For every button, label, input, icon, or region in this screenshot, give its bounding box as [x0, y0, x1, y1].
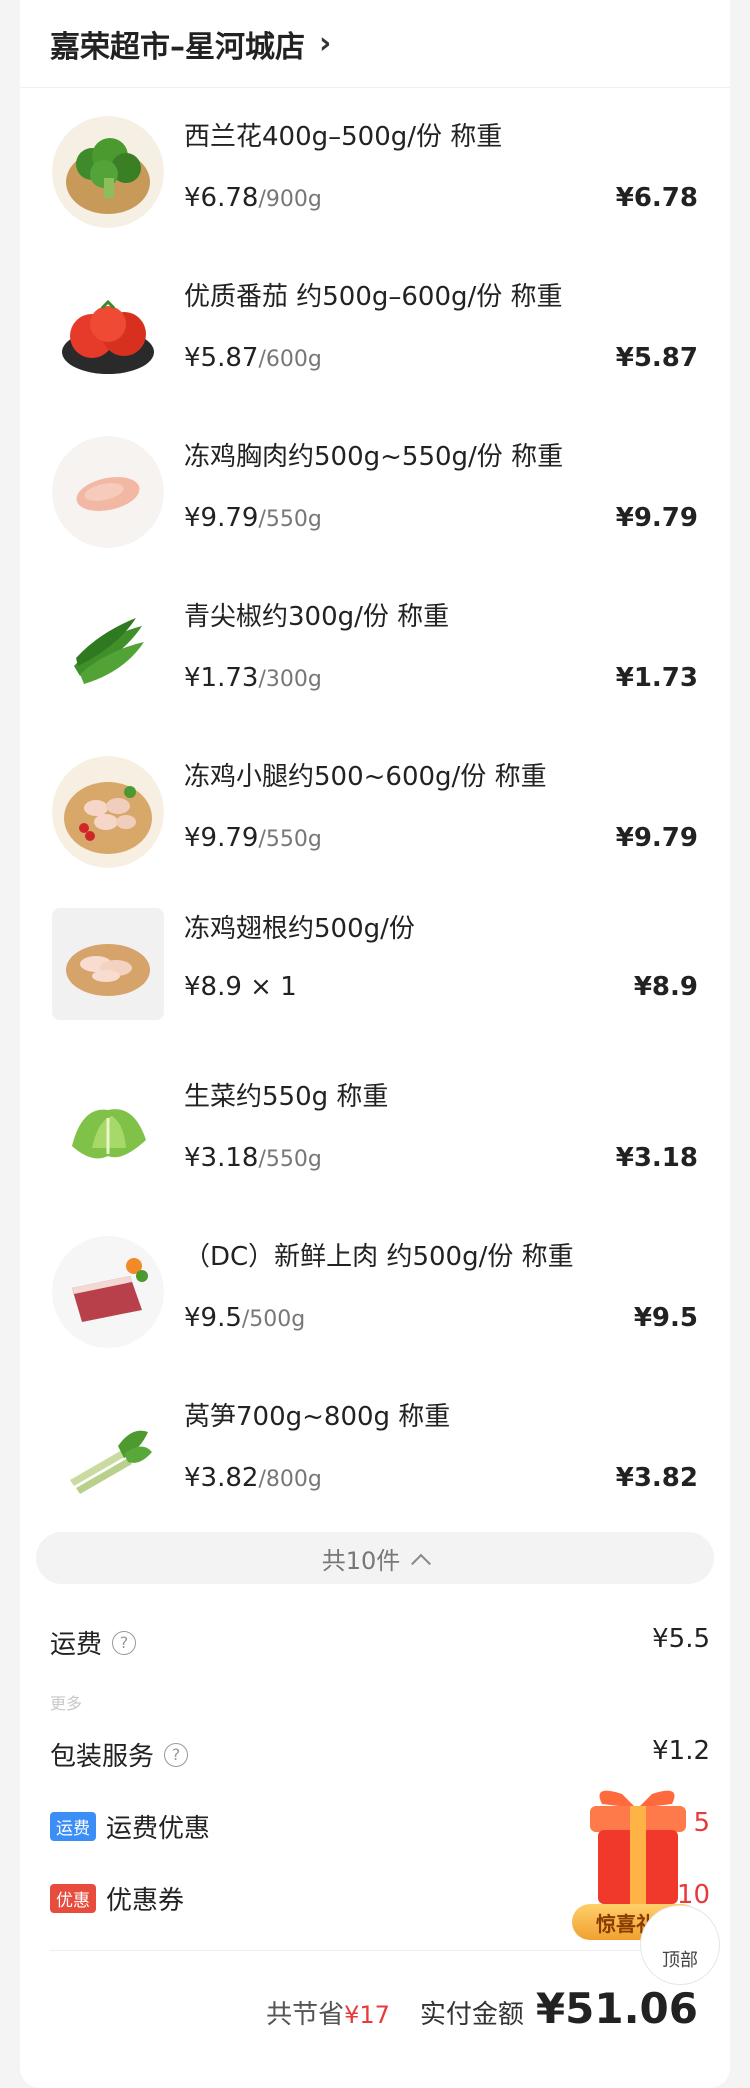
item-list: 西兰花400g–500g/份 称重 ¥6.78/900g ¥6.78 优质番茄 … [20, 88, 730, 1528]
unit-weight: /800g [258, 1467, 322, 1492]
unit-price: ¥5.87 [184, 343, 259, 373]
chicken-drumstick-icon [52, 756, 164, 868]
list-item[interactable]: 生菜约550g 称重 ¥3.18/550g ¥3.18 [20, 1048, 730, 1208]
item-price: ¥9.79/550g [184, 503, 322, 533]
unit-price: ¥1.73 [184, 663, 259, 693]
more-link[interactable]: 更多 [50, 1690, 82, 1714]
unit-price: ¥6.78 [184, 183, 259, 213]
pork-icon [52, 1236, 164, 1348]
unit-price: ¥9.79 [184, 503, 259, 533]
coupon-label-wrap: 优惠 优惠券 [50, 1880, 184, 1917]
lettuce-stem-icon [52, 1396, 164, 1508]
unit-price: ¥3.82 [184, 1463, 259, 1493]
list-item[interactable]: 冻鸡小腿约500~600g/份 称重 ¥9.79/550g ¥9.79 [20, 728, 730, 888]
unit-price: ¥8.9 × 1 [184, 972, 297, 1002]
chicken-wing-icon [52, 908, 164, 1020]
unit-price: ¥3.18 [184, 1143, 259, 1173]
store-name[interactable]: 嘉荣超市–星河城店 [50, 22, 305, 66]
help-icon[interactable]: ? [164, 1742, 189, 1767]
item-name: 优质番茄 约500g–600g/份 称重 [184, 282, 563, 312]
unit-weight: /300g [258, 667, 322, 692]
save-value: ¥17 [344, 2001, 390, 2029]
list-item[interactable]: 优质番茄 约500g–600g/份 称重 ¥5.87/600g ¥5.87 [20, 248, 730, 408]
item-price: ¥6.78/900g [184, 183, 322, 213]
shipping-fee-value: ¥5.5 [652, 1624, 710, 1654]
unit-weight: /600g [258, 347, 322, 372]
green-pepper-icon [52, 596, 164, 708]
item-price: ¥9.79/550g [184, 823, 322, 853]
shipping-fee-label: 运费 [50, 1630, 103, 1660]
list-item[interactable]: 冻鸡胸肉约500g~550g/份 称重 ¥9.79/550g ¥9.79 [20, 408, 730, 568]
pay-value: ¥51.06 [535, 1984, 698, 2033]
item-total: ¥9.79 [615, 503, 698, 533]
item-total: ¥3.18 [615, 1143, 698, 1173]
shipping-discount-tag: 运费 [50, 1812, 96, 1841]
item-count-toggle[interactable]: 共10件 [36, 1532, 714, 1584]
unit-weight: /550g [258, 507, 322, 532]
coupon-label: 优惠券 [106, 1886, 185, 1916]
item-price: ¥8.9 × 1 [184, 972, 297, 1002]
divider [50, 1950, 710, 1951]
order-card: 嘉荣超市–星河城店 › 西兰花400g–500g/份 称重 ¥6.78/900g… [20, 0, 730, 2088]
list-item[interactable]: 莴笋700g~800g 称重 ¥3.82/800g ¥3.82 [20, 1368, 730, 1528]
packing-fee-label: 包装服务 [50, 1742, 155, 1772]
unit-weight: /900g [258, 187, 322, 212]
pay-label: 实付金额 [419, 2000, 524, 2030]
list-item[interactable]: （DC）新鲜上肉 约500g/份 称重 ¥9.5/500g ¥9.5 [20, 1208, 730, 1368]
chevron-right-icon[interactable]: › [319, 26, 331, 61]
item-name: 冻鸡小腿约500~600g/份 称重 [184, 762, 547, 792]
back-to-top-label: 顶部 [662, 1950, 698, 1971]
save-label: 共节省 [266, 2000, 345, 2030]
back-to-top-button[interactable]: 顶部 [640, 1905, 720, 1985]
broccoli-icon [52, 116, 164, 228]
item-name: 青尖椒约300g/份 称重 [184, 602, 450, 632]
store-header[interactable]: 嘉荣超市–星河城店 › [20, 0, 730, 88]
item-price: ¥9.5/500g [184, 1303, 305, 1333]
item-count-label: 共10件 [321, 1546, 401, 1575]
shipping-fee-label-wrap: 运费 ? [50, 1624, 137, 1661]
item-total: ¥3.82 [615, 1463, 698, 1493]
list-item[interactable]: 冻鸡翅根约500g/份 ¥8.9 × 1 ¥8.9 [20, 888, 730, 1048]
list-item[interactable]: 西兰花400g–500g/份 称重 ¥6.78/900g ¥6.78 [20, 88, 730, 248]
packing-fee-label-wrap: 包装服务 ? [50, 1736, 189, 1773]
shipping-discount-label-wrap: 运费 运费优惠 [50, 1808, 210, 1845]
item-total: ¥5.87 [615, 343, 698, 373]
lettuce-icon [52, 1076, 164, 1188]
packing-fee-value: ¥1.2 [652, 1736, 710, 1766]
item-total: ¥6.78 [615, 183, 698, 213]
order-summary: 共节省 ¥17 实付金额 ¥51.06 [266, 1984, 698, 2033]
unit-price: ¥9.79 [184, 823, 259, 853]
item-name: 冻鸡翅根约500g/份 [184, 914, 415, 944]
item-name: 西兰花400g–500g/份 称重 [184, 122, 503, 152]
item-name: 冻鸡胸肉约500g~550g/份 称重 [184, 442, 564, 472]
shipping-discount-label: 运费优惠 [106, 1814, 211, 1844]
unit-weight: /550g [258, 1147, 322, 1172]
gift-box-icon [590, 1790, 686, 1904]
chicken-breast-icon [52, 436, 164, 548]
help-icon[interactable]: ? [112, 1630, 137, 1655]
item-price: ¥3.82/800g [184, 1463, 322, 1493]
item-total: ¥1.73 [615, 663, 698, 693]
item-name: （DC）新鲜上肉 约500g/份 称重 [184, 1242, 574, 1272]
unit-weight: /500g [241, 1307, 306, 1332]
item-total: ¥9.5 [633, 1303, 698, 1333]
list-item[interactable]: 青尖椒约300g/份 称重 ¥1.73/300g ¥1.73 [20, 568, 730, 728]
item-total: ¥9.79 [615, 823, 698, 853]
tomato-icon [52, 276, 164, 388]
item-name: 生菜约550g 称重 [184, 1082, 389, 1112]
coupon-tag: 优惠 [50, 1884, 96, 1913]
unit-price: ¥9.5 [184, 1303, 242, 1333]
unit-weight: /550g [258, 827, 322, 852]
shipping-fee-row: 运费 ? ¥5.5 [50, 1624, 710, 1664]
chevron-up-icon [411, 1553, 432, 1574]
item-name: 莴笋700g~800g 称重 [184, 1402, 451, 1432]
item-price: ¥1.73/300g [184, 663, 322, 693]
item-price: ¥3.18/550g [184, 1143, 322, 1173]
packing-fee-row: 包装服务 ? ¥1.2 [50, 1736, 710, 1776]
item-price: ¥5.87/600g [184, 343, 322, 373]
item-total: ¥8.9 [633, 972, 698, 1002]
